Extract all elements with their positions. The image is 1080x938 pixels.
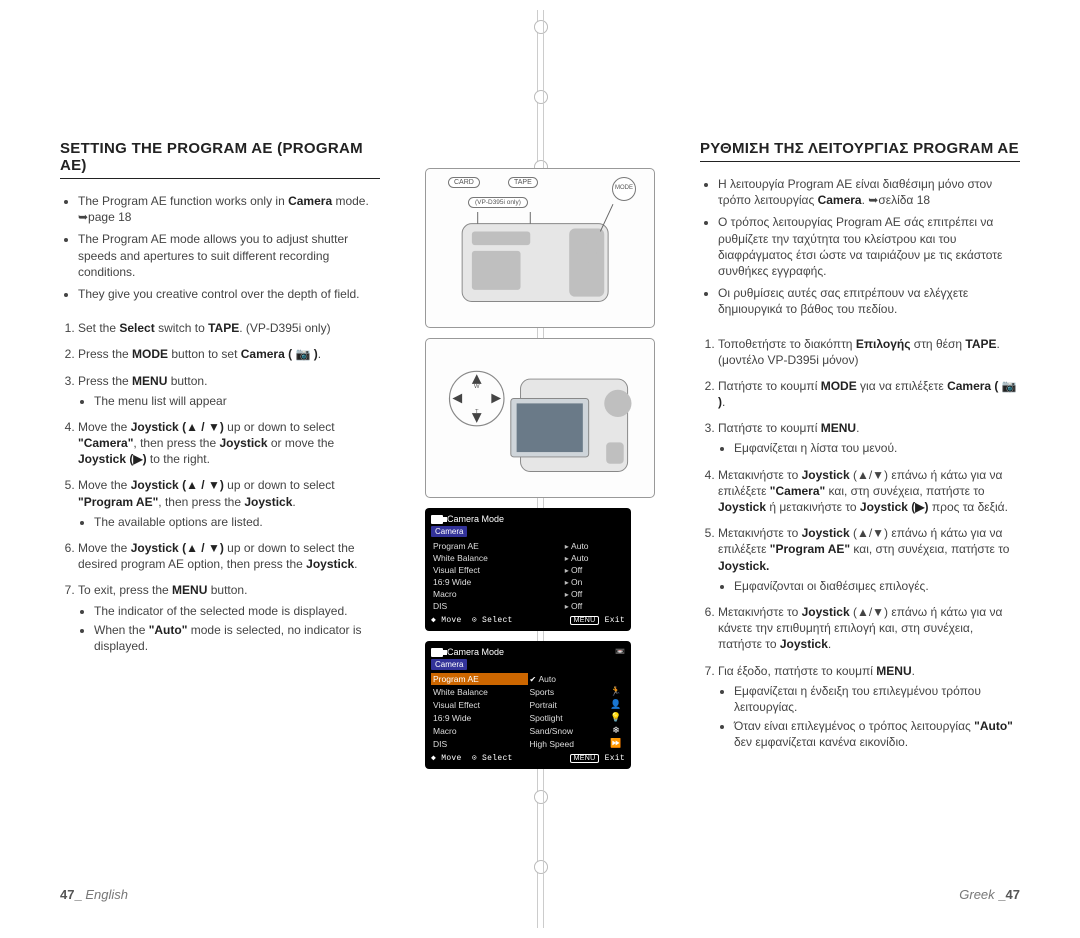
bullet: Οι ρυθμίσεις αυτές σας επιτρέπουν να ελέ… [718, 285, 1020, 317]
substep: Όταν είναι επιλεγμένος ο τρόπος λειτουργ… [734, 718, 1020, 750]
step: Set the Select switch to TAPE. (VP-D395i… [78, 320, 380, 336]
figure-camera-top: CARD TAPE MODE (VP-D395i only) [425, 168, 655, 328]
step: Move the Joystick (▲ / ▼) up or down to … [78, 477, 380, 530]
mode-label: MODE [612, 177, 636, 201]
bullet: The Program AE function works only in Ca… [78, 193, 380, 225]
lcd-title: Camera Mode [447, 647, 504, 657]
figure-camera-joystick: W T [425, 338, 655, 498]
camera-lcd-joystick-icon: W T [432, 345, 648, 491]
lcd-title: Camera Mode [447, 514, 504, 524]
camcorder-icon [431, 515, 443, 524]
substep: Εμφανίζεται η λίστα του μενού. [734, 440, 1020, 456]
footer-left: 47_ English [60, 887, 128, 902]
left-steps: Set the Select switch to TAPE. (VP-D395i… [78, 320, 380, 664]
step: To exit, press the MENU button. The indi… [78, 582, 380, 654]
right-heading: ΡΥΘΜΙΣΗ ΤΗΣ ΛΕΙΤΟΥΡΓΙΑΣ PROGRAM AE [700, 140, 1020, 162]
left-heading: SETTING THE PROGRAM AE (PROGRAM AE) [60, 140, 380, 179]
substep: The available options are listed. [94, 514, 380, 530]
lcd-table: Program AEAuto White BalanceSports🏃 Visu… [431, 673, 625, 750]
step: Press the MENU button. The menu list wil… [78, 373, 380, 409]
bullet: The Program AE mode allows you to adjust… [78, 231, 380, 280]
step: Press the MODE button to set Camera ( 📷 … [78, 346, 380, 362]
substep: The menu list will appear [94, 393, 380, 409]
camcorder-icon [431, 648, 443, 657]
lcd-menu-2: 📼 Camera Mode Camera Program AEAuto Whit… [425, 641, 631, 769]
right-steps: Τοποθετήστε το διακόπτη Επιλογής στη θέσ… [718, 336, 1020, 761]
center-figures: CARD TAPE MODE (VP-D395i only) [425, 168, 655, 769]
step: Πατήστε το κουμπί MODE για να επιλέξετε … [718, 378, 1020, 410]
lcd-breadcrumb: Camera [431, 526, 467, 537]
substep: Εμφανίζεται η ένδειξη του επιλεγμένου τρ… [734, 683, 1020, 715]
step: Μετακινήστε το Joystick (▲/▼) επάνω ή κά… [718, 525, 1020, 594]
substep: The indicator of the selected mode is di… [94, 603, 380, 619]
right-intro-bullets: Η λειτουργία Program AE είναι διαθέσιμη … [718, 176, 1020, 324]
card-label: CARD [448, 177, 480, 188]
step: Move the Joystick (▲ / ▼) up or down to … [78, 419, 380, 468]
step: Τοποθετήστε το διακόπτη Επιλογής στη θέσ… [718, 336, 1020, 368]
step: Για έξοδο, πατήστε το κουμπί MENU. Εμφαν… [718, 663, 1020, 751]
bullet: Η λειτουργία Program AE είναι διαθέσιμη … [718, 176, 1020, 208]
step: Move the Joystick (▲ / ▼) up or down to … [78, 540, 380, 572]
left-intro-bullets: The Program AE function works only in Ca… [78, 193, 380, 308]
substep: When the "Auto" mode is selected, no ind… [94, 622, 380, 654]
step: Πατήστε το κουμπί MENU. Εμφανίζεται η λί… [718, 420, 1020, 456]
footer-right: Greek _47 [959, 887, 1020, 902]
bullet: Ο τρόπος λειτουργίας Program AE σάς επιτ… [718, 214, 1020, 279]
vp-model-label: (VP-D395i only) [468, 197, 528, 208]
lcd-table: Program AEAuto White BalanceAuto Visual … [431, 540, 625, 612]
bullet: They give you creative control over the … [78, 286, 380, 302]
tape-label: TAPE [508, 177, 538, 188]
lcd-menu-1: Camera Mode Camera Program AEAuto White … [425, 508, 631, 631]
svg-text:W: W [474, 384, 480, 390]
step: Μετακινήστε το Joystick (▲/▼) επάνω ή κά… [718, 604, 1020, 653]
page-footer: 47_ English Greek _47 [60, 887, 1020, 902]
substep: Εμφανίζονται οι διαθέσιμες επιλογές. [734, 578, 1020, 594]
status-icons: 📼 [615, 647, 625, 656]
manual-page: SETTING THE PROGRAM AE (PROGRAM AE) The … [0, 0, 1080, 938]
lcd-breadcrumb: Camera [431, 659, 467, 670]
step: Μετακινήστε το Joystick (▲/▼) επάνω ή κά… [718, 467, 1020, 516]
svg-text:T: T [475, 409, 479, 415]
